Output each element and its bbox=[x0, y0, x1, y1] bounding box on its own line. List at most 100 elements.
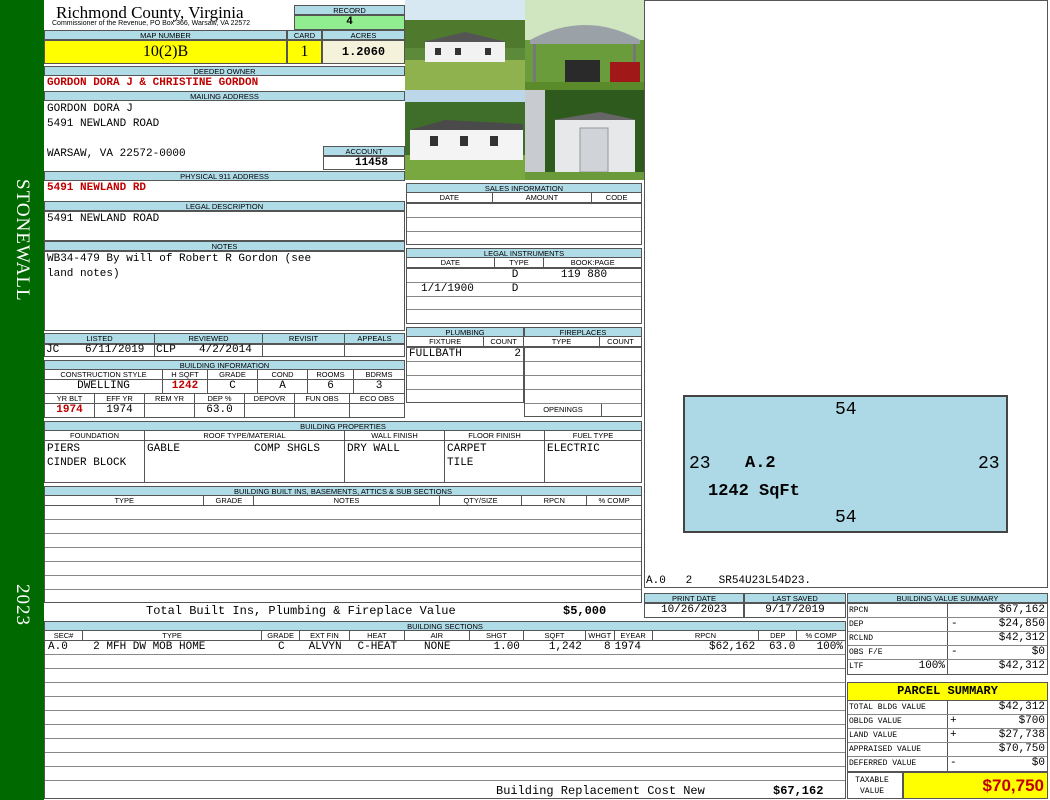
bvs-header: BUILDING VALUE SUMMARY bbox=[847, 593, 1048, 603]
bedrooms: 3 bbox=[375, 380, 383, 392]
building-cols-2: YR BLT EFF YR REM YR DEP % DEPOVR FUN OB… bbox=[44, 394, 405, 404]
district-sidebar: STONEWALL 2023 bbox=[0, 0, 44, 800]
instr-col-book: BOOK:PAGE bbox=[544, 258, 642, 268]
record-value: 4 bbox=[294, 15, 405, 30]
table-row: RPCN $67,162 bbox=[848, 604, 1047, 618]
listed-date: 6/11/2019 bbox=[85, 344, 155, 356]
builtins-rows bbox=[44, 506, 642, 603]
plumbing-columns: FIXTURE COUNT bbox=[406, 337, 524, 347]
sales-columns: DATE AMOUNT CODE bbox=[406, 193, 643, 203]
sections-rows: A.0 2 MFH DW MOB HOME C ALVYN C-HEAT NON… bbox=[44, 641, 846, 799]
map-number-value: 10(2)B bbox=[44, 40, 287, 64]
wall-finish: DRY WALL bbox=[345, 441, 445, 482]
building-sections-header: BUILDING SECTIONS bbox=[44, 621, 846, 631]
floor-finish: CARPET TILE bbox=[445, 441, 545, 482]
mailing-line-3: WARSAW, VA 22572-0000 bbox=[47, 148, 186, 160]
builtins-header: BUILDING BUILT INS, BASEMENTS, ATTICS & … bbox=[44, 486, 642, 496]
building-values-1: DWELLING 1242 C A 6 3 bbox=[44, 380, 405, 394]
depreciation-pct: 63.0 bbox=[195, 404, 245, 417]
table-row: LAND VALUE + $27,738 bbox=[848, 729, 1047, 743]
legal-instruments-header: LEGAL INSTRUMENTS bbox=[406, 248, 642, 258]
listed-by: JC bbox=[46, 344, 60, 356]
condition: A bbox=[258, 380, 308, 393]
plumbing-count: 2 bbox=[514, 348, 521, 360]
legal-description-header: LEGAL DESCRIPTION bbox=[44, 201, 405, 211]
last-saved: 9/17/2019 bbox=[744, 603, 846, 618]
sales-col-code: CODE bbox=[592, 193, 643, 203]
sketch-dim-top: 54 bbox=[835, 400, 857, 420]
instruments-columns: DATE TYPE BOOK:PAGE bbox=[406, 258, 642, 268]
carport-photo bbox=[525, 0, 644, 90]
properties-values: PIERS CINDER BLOCK GABLE COMP SHGLS DRY WA… bbox=[44, 441, 642, 483]
mailing-line-1: GORDON DORA J bbox=[47, 103, 133, 115]
acres-header: ACRES bbox=[322, 30, 405, 40]
parcel-summary-header: PARCEL SUMMARY bbox=[847, 682, 1048, 701]
fireplaces-rows: OPENINGS bbox=[524, 347, 642, 417]
table-row: RCLND $42,312 bbox=[848, 632, 1047, 646]
sales-col-date: DATE bbox=[407, 193, 493, 203]
record-header: RECORD bbox=[294, 5, 405, 15]
replacement-cost-value: $67,162 bbox=[773, 784, 824, 798]
bvs-table: RPCN $67,162 DEP - $24,850 RCLND $42,312 OBS… bbox=[847, 603, 1048, 675]
year-built: 1974 bbox=[45, 404, 95, 417]
openings-label: OPENINGS bbox=[543, 405, 583, 414]
deeded-owner-header: DEEDED OWNER bbox=[44, 66, 405, 76]
builtins-total-value: $5,000 bbox=[563, 604, 607, 618]
properties-columns: FOUNDATION ROOF TYPE/MATERIAL WALL FINIS… bbox=[44, 431, 642, 441]
sketch-dim-left: 23 bbox=[689, 454, 711, 474]
grade: C bbox=[208, 380, 258, 393]
instr-col-type: TYPE bbox=[494, 258, 545, 268]
replacement-cost-label: Building Replacement Cost New bbox=[496, 784, 705, 798]
map-number-header: MAP NUMBER bbox=[44, 30, 287, 40]
account-value: 11458 bbox=[323, 156, 405, 170]
shed-photo bbox=[525, 90, 644, 180]
sales-info-header: SALES INFORMATION bbox=[406, 183, 642, 193]
taxable-value: $70,750 bbox=[903, 772, 1048, 799]
reviewed-date: 4/2/2014 bbox=[199, 344, 263, 356]
parcel-summary-table: TOTAL BLDG VALUE $42,312 OBLDG VALUE + $700… bbox=[847, 701, 1048, 772]
rooms: 6 bbox=[308, 380, 354, 393]
physical-address-header: PHYSICAL 911 ADDRESS bbox=[44, 171, 405, 181]
builtins-total-label: Total Built Ins, Plumbing & Fireplace Va… bbox=[146, 604, 456, 618]
table-row: LTF 100% $42,312 bbox=[849, 660, 1045, 674]
acres-value: 1.2060 bbox=[322, 40, 405, 64]
sketch-dim-right: 23 bbox=[978, 454, 1000, 474]
heated-sqft: 1242 bbox=[163, 380, 208, 393]
legal-description-value: 5491 NEWLAND ROAD bbox=[47, 213, 160, 225]
account-header: ACCOUNT bbox=[323, 146, 405, 156]
card-value: 1 bbox=[287, 40, 322, 64]
card-header: CARD bbox=[287, 30, 322, 40]
table-row: D 119 880 bbox=[407, 269, 641, 283]
district-name: STONEWALL bbox=[12, 178, 33, 302]
building-cols-1: CONSTRUCTION STYLE H SQFT GRADE COND ROO… bbox=[44, 370, 405, 380]
effective-year: 1974 bbox=[95, 404, 145, 417]
instr-col-date: DATE bbox=[407, 258, 495, 268]
sketch-dim-bottom: 54 bbox=[835, 508, 857, 528]
building-info-header: BUILDING INFORMATION bbox=[44, 360, 405, 370]
house-photo-front bbox=[405, 0, 525, 90]
physical-address-value: 5491 NEWLAND RD bbox=[47, 182, 147, 194]
sketch-section-label: A.2 bbox=[745, 454, 776, 473]
building-values-2: 1974 1974 63.0 bbox=[44, 404, 405, 418]
mailing-address-header: MAILING ADDRESS bbox=[44, 91, 405, 101]
foundation: PIERS CINDER BLOCK bbox=[45, 441, 145, 482]
sales-col-amount: AMOUNT bbox=[492, 193, 593, 203]
sketch-code: A.0 2 SR54U23L54D23. bbox=[646, 575, 812, 587]
deeded-owner-value: GORDON DORA J & CHRISTINE GORDON bbox=[47, 77, 259, 89]
print-date-header: PRINT DATE bbox=[644, 593, 744, 603]
instruments-rows: D 119 880 1/1/1900 D bbox=[406, 268, 642, 324]
table-row: APPRAISED VALUE $70,750 bbox=[848, 743, 1047, 757]
plumbing-fixture: FULLBATH bbox=[409, 348, 462, 360]
taxable-value-label: TAXABLE VALUE bbox=[847, 772, 903, 799]
notes-line-2: land notes) bbox=[47, 268, 120, 280]
sections-columns: SEC# TYPE GRADE EXT FIN HEAT AIR SHGT SQ… bbox=[44, 631, 846, 641]
table-row: FULLBATH 2 bbox=[407, 348, 523, 362]
commissioner-address: Commissioner of the Revenue, PO Box 366,… bbox=[52, 20, 251, 27]
fuel-type: ELECTRIC bbox=[547, 443, 600, 455]
sketch-area: 1242 SqFt bbox=[708, 482, 800, 501]
fireplaces-columns: TYPE COUNT bbox=[524, 337, 642, 347]
sales-rows bbox=[406, 203, 642, 245]
tax-year: 2023 bbox=[12, 584, 33, 626]
print-date: 10/26/2023 bbox=[644, 603, 744, 618]
mailing-line-2: 5491 NEWLAND ROAD bbox=[47, 118, 160, 130]
